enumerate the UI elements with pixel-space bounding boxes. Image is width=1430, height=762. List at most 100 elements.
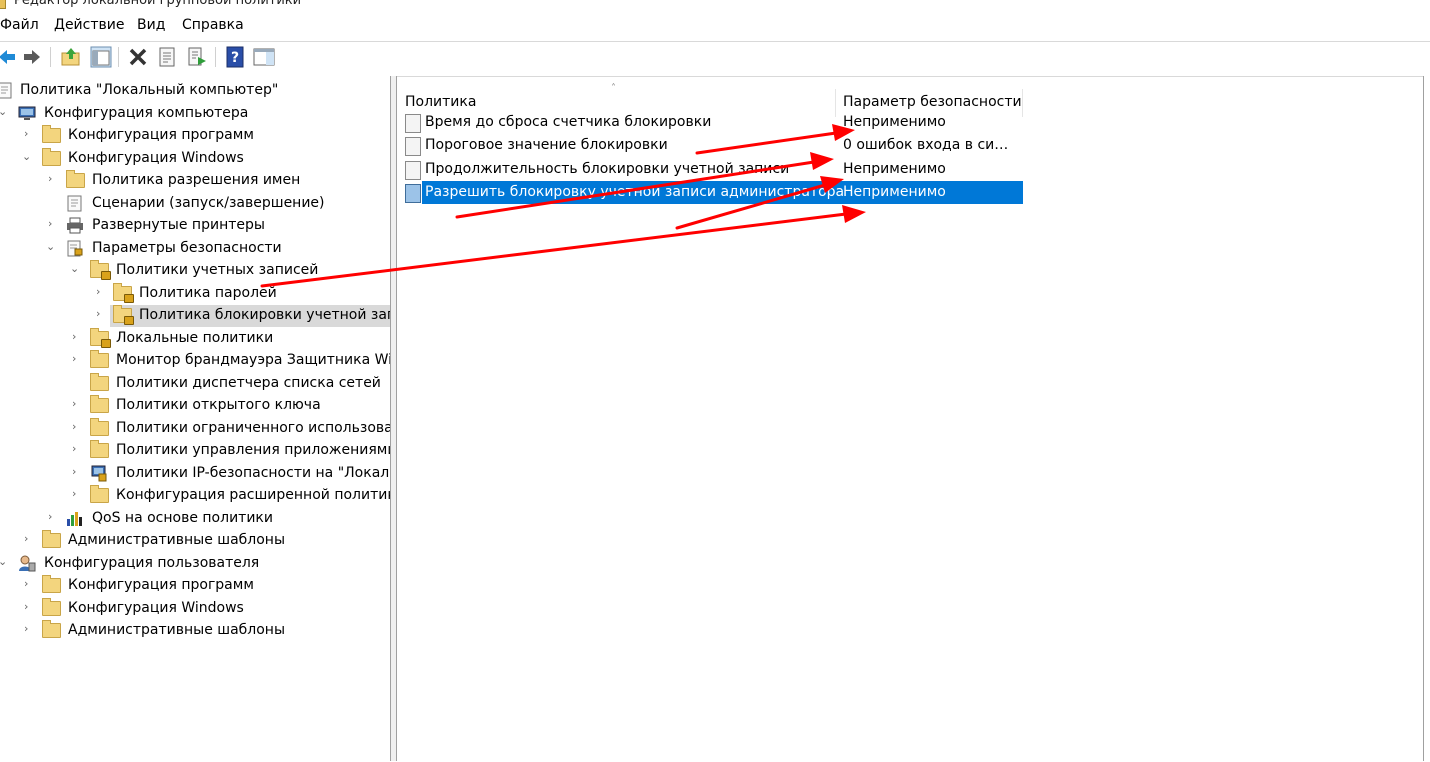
list-row[interactable]: Время до сброса счетчика блокировки Непр… [405,111,1023,134]
tree-node-label: Политика блокировки учетной записи [139,307,390,323]
chevron-right-icon[interactable]: › [24,577,34,593]
chevron-right-icon[interactable]: › [48,172,58,188]
console-tree[interactable]: Политика "Локальный компьютер" ⌄ Конфигу… [0,76,391,761]
policy-document-icon [0,82,12,99]
tree-node-label: Административные шаблоны [68,532,286,548]
delete-icon[interactable] [127,46,149,68]
policy-name: Пороговое значение блокировки [425,137,668,153]
tree-node-label: Политики ограниченного использования про… [116,420,390,436]
chevron-right-icon[interactable]: › [72,442,82,458]
toolbar: ? [0,41,1430,72]
column-header-policy[interactable]: Политика [405,94,476,110]
policy-name: Продолжительность блокировки учетной зап… [425,161,790,177]
tree-node-label: Политики открытого ключа [116,397,321,413]
policy-value: Неприменимо [843,184,946,200]
toolbar-separator [118,47,119,67]
chevron-down-icon[interactable]: ⌄ [70,262,80,278]
policy-setting-icon [405,137,421,156]
folder-icon [42,620,61,638]
folder-icon [90,418,109,436]
folder-icon [90,395,109,413]
tree-node-label: Политика паролей [139,285,277,301]
folder-icon [90,440,109,458]
chevron-right-icon[interactable]: › [24,600,34,616]
chevron-right-icon[interactable]: › [72,465,82,481]
ipsec-icon [91,465,107,482]
folder-icon [90,350,109,368]
window-titlebar: Редактор локальной групповой политики [0,0,1430,10]
tree-node-label: Политики учетных записей [116,262,319,278]
tree-node-label: Политики управления приложениями [116,442,391,458]
security-settings-icon [67,240,83,257]
menu-file[interactable]: Файл [0,17,39,33]
qos-chart-icon [67,512,82,526]
up-folder-icon[interactable] [60,46,82,68]
export-list-icon[interactable] [186,46,208,68]
user-icon [19,555,36,572]
chevron-right-icon[interactable]: › [72,352,82,368]
folder-icon [42,148,61,166]
menu-bar: Файл Действие Вид Справка [0,13,1430,39]
policy-value: 0 ошибок входа в систему [843,137,1013,153]
tree-node-label: Административные шаблоны [68,622,286,638]
printer-icon [67,217,83,234]
list-row[interactable]: Пороговое значение блокировки 0 ошибок в… [405,134,1023,157]
properties-icon[interactable] [156,46,178,68]
tree-node-label: Конфигурация пользователя [44,555,260,571]
back-icon[interactable] [0,46,18,68]
chevron-right-icon[interactable]: › [24,127,34,143]
chevron-right-icon[interactable]: › [96,307,106,323]
chevron-right-icon[interactable]: › [72,330,82,346]
tree-node-label: Конфигурация программ [68,577,254,593]
policy-setting-icon [405,184,421,203]
app-icon [0,0,6,9]
tree-node-label: Параметры безопасности [92,240,282,256]
computer-icon [18,106,36,120]
chevron-right-icon[interactable]: › [48,510,58,526]
chevron-down-icon[interactable]: ⌄ [22,150,32,166]
chevron-right-icon[interactable]: › [72,420,82,436]
chevron-right-icon[interactable]: › [48,217,58,233]
locked-folder-icon [90,328,111,348]
folder-icon [42,530,61,548]
policy-setting-icon [405,161,421,180]
folder-icon [66,170,85,188]
folder-icon [42,575,61,593]
show-action-pane-icon[interactable] [253,46,275,68]
forward-icon[interactable] [21,46,43,68]
locked-folder-icon [113,283,134,303]
chevron-right-icon[interactable]: › [24,622,34,638]
tree-node-label: Конфигурация компьютера [44,105,249,121]
chevron-right-icon[interactable]: › [96,285,106,301]
chevron-right-icon[interactable]: › [72,397,82,413]
folder-icon [42,598,61,616]
scripts-icon [67,195,82,212]
tree-node-lockout-policy[interactable]: › Политика блокировки учетной записи [0,305,390,327]
chevron-down-icon[interactable]: ⌄ [46,240,56,256]
menu-action[interactable]: Действие [54,17,124,33]
policy-list[interactable]: ˄ Политика Параметр безопасности Время д… [397,76,1423,762]
tree-node-label: Политики диспетчера списка сетей [116,375,381,391]
list-row-selected[interactable]: Разрешить блокировку учетной записи адми… [405,181,1023,204]
column-header-security-setting[interactable]: Параметр безопасности [843,94,1022,110]
locked-folder-icon [113,305,134,325]
list-row[interactable]: Продолжительность блокировки учетной зап… [405,158,1023,181]
tree-node-label: Локальные политики [116,330,274,346]
chevron-down-icon[interactable]: ⌄ [0,555,8,571]
chevron-right-icon[interactable]: › [72,487,82,503]
menu-help[interactable]: Справка [182,17,244,33]
policy-value: Неприменимо [843,161,946,177]
chevron-down-icon[interactable]: ⌄ [0,105,8,121]
tree-node-label: Монитор брандмауэра Защитника Windows [116,352,390,368]
help-icon[interactable]: ? [224,46,246,68]
folder-icon [42,125,61,143]
policy-name: Время до сброса счетчика блокировки [425,114,712,130]
tree-node-label: Конфигурация программ [68,127,254,143]
toolbar-separator [50,47,51,67]
menu-view[interactable]: Вид [137,17,165,33]
folder-icon [90,485,109,503]
policy-name: Разрешить блокировку учетной записи адми… [425,184,845,200]
tree-node-label: QoS на основе политики [92,510,273,526]
chevron-right-icon[interactable]: › [24,532,34,548]
show-hide-console-tree-icon[interactable] [90,46,112,68]
